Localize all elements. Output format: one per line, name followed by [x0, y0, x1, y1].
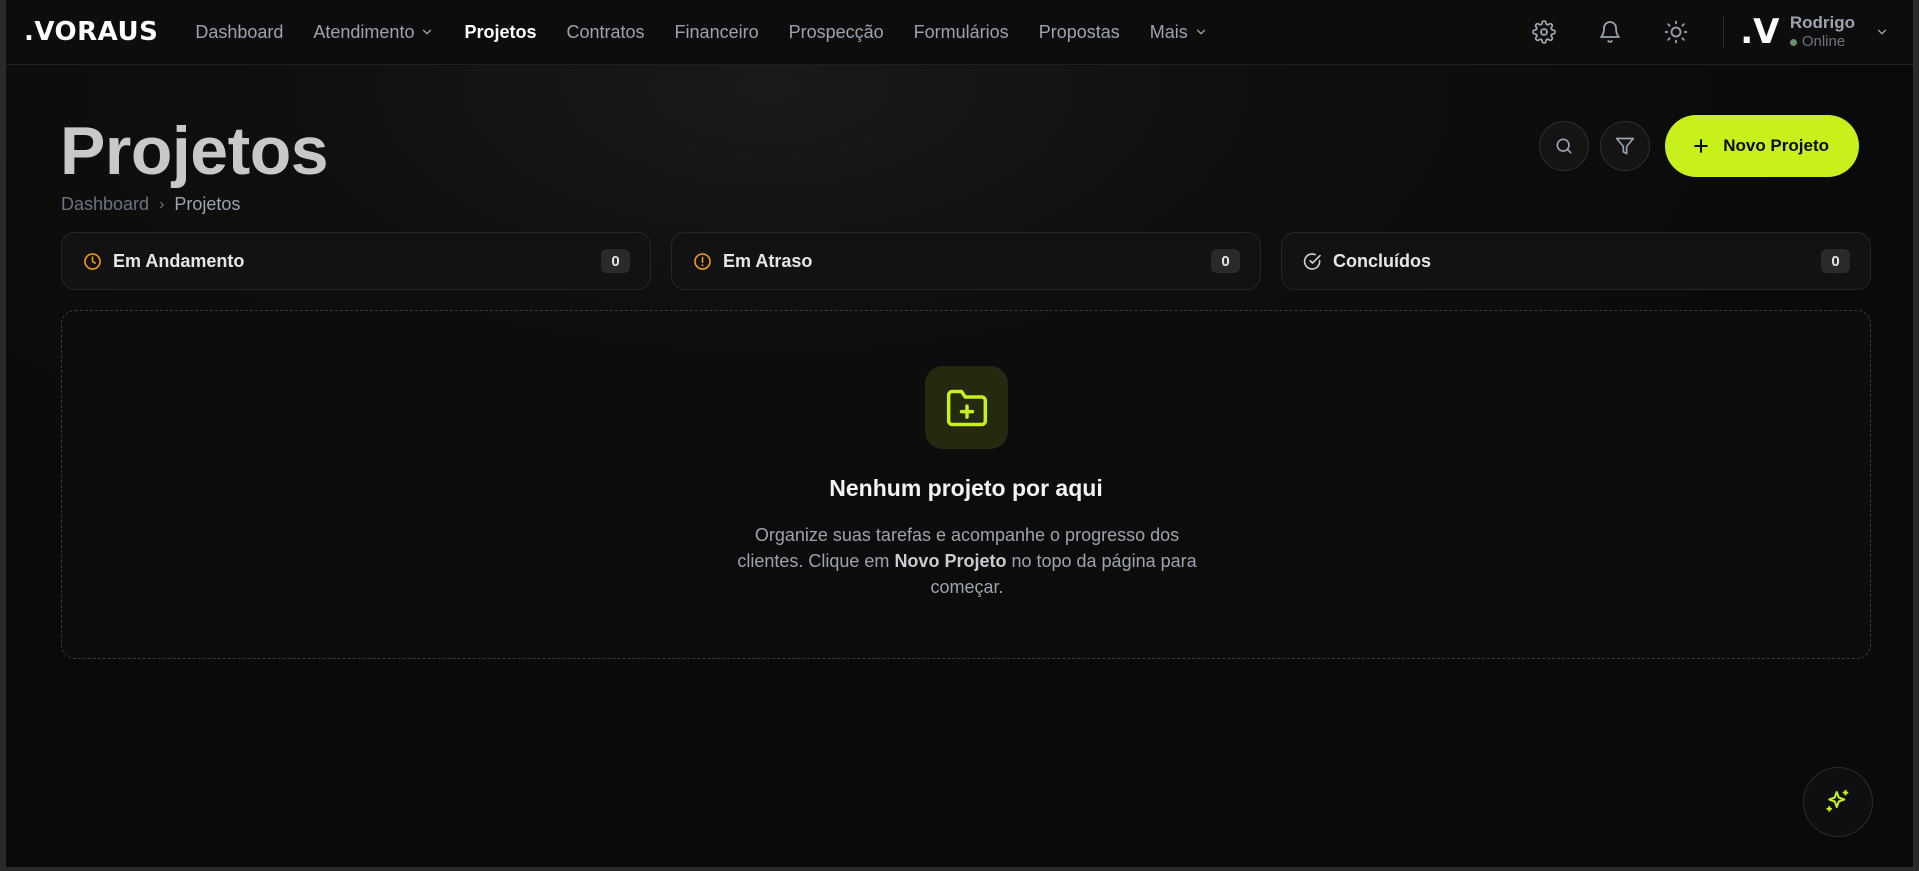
user-info: Rodrigo Online: [1789, 13, 1855, 51]
sun-icon: [1664, 20, 1688, 44]
nav-item-label: Prospecção: [788, 21, 884, 42]
check-circle-icon: [1303, 252, 1321, 270]
stat-count-badge: 0: [1821, 249, 1850, 273]
brand-logo[interactable]: .VORAUS: [24, 17, 158, 47]
filter-button[interactable]: [1600, 121, 1651, 171]
user-status: Online: [1789, 33, 1855, 51]
chevron-right-icon: ›: [159, 195, 165, 213]
nav-item-formularios[interactable]: Formulários: [899, 0, 1024, 65]
sparkles-icon: [1826, 789, 1849, 812]
stat-card-concluidos[interactable]: Concluídos 0: [1281, 232, 1871, 290]
empty-state-icon-box: [925, 366, 1008, 449]
settings-button[interactable]: [1511, 0, 1577, 65]
new-project-button[interactable]: Novo Projeto: [1665, 115, 1859, 177]
nav-divider: [1722, 16, 1724, 48]
folder-plus-icon: [946, 389, 987, 426]
nav-item-prospeccao[interactable]: Prospecção: [774, 0, 899, 65]
nav-item-financeiro[interactable]: Financeiro: [660, 0, 774, 65]
chevron-down-icon: [423, 29, 432, 35]
online-dot-icon: [1789, 38, 1797, 46]
nav-item-label: Atendimento: [313, 21, 415, 42]
empty-state-description: Organize suas tarefas e acompanhe o prog…: [732, 522, 1202, 600]
nav-item-label: Projetos: [464, 21, 537, 42]
nav-item-label: Formulários: [913, 21, 1009, 42]
bell-icon: [1599, 21, 1620, 43]
ai-assistant-button[interactable]: [1803, 767, 1873, 837]
nav-item-label: Dashboard: [195, 21, 284, 42]
nav-item-label: Financeiro: [674, 21, 759, 42]
empty-state-text-bold: Novo Projeto: [894, 551, 1007, 571]
nav-item-contratos[interactable]: Contratos: [552, 0, 660, 65]
stat-label: Em Atraso: [723, 250, 813, 271]
page-title: Projetos: [60, 113, 329, 189]
search-icon: [1556, 138, 1572, 154]
nav-item-projetos[interactable]: Projetos: [449, 0, 551, 65]
stat-card-em-andamento[interactable]: Em Andamento 0: [61, 232, 651, 290]
avatar: .V: [1740, 12, 1780, 52]
filter-icon: [1616, 137, 1635, 155]
search-button[interactable]: [1539, 121, 1590, 171]
header-actions: Novo Projeto: [1539, 115, 1859, 177]
chevron-down-icon: [1877, 29, 1887, 35]
clock-icon: [84, 252, 101, 270]
user-name: Rodrigo: [1789, 13, 1855, 32]
theme-toggle-button[interactable]: [1643, 0, 1709, 65]
nav-links: Dashboard Atendimento Projetos Contratos…: [180, 0, 1222, 65]
nav-item-dashboard[interactable]: Dashboard: [180, 0, 298, 65]
stat-count-badge: 0: [601, 249, 630, 273]
stat-label: Em Andamento: [113, 250, 245, 271]
project-stats: Em Andamento 0 Em Atraso 0 Concluídos 0: [61, 232, 1871, 290]
stat-label: Concluídos: [1333, 250, 1431, 271]
nav-item-propostas[interactable]: Propostas: [1024, 0, 1135, 65]
top-navigation: .VORAUS Dashboard Atendimento Projetos C…: [6, 0, 1913, 65]
stat-card-em-atraso[interactable]: Em Atraso 0: [671, 232, 1261, 290]
user-menu[interactable]: .V Rodrigo Online: [1740, 12, 1889, 52]
plus-icon: [1694, 139, 1709, 153]
breadcrumb-item-current: Projetos: [174, 194, 241, 214]
alert-circle-icon: [694, 252, 711, 270]
app-window: .VORAUS Dashboard Atendimento Projetos C…: [0, 0, 1919, 871]
empty-state-title: Nenhum projeto por aqui: [829, 475, 1103, 501]
stat-count-badge: 0: [1211, 249, 1240, 273]
nav-right-actions: .V Rodrigo Online: [1511, 0, 1913, 65]
nav-item-label: Contratos: [566, 21, 645, 42]
gear-icon: [1531, 20, 1556, 44]
breadcrumb-item-dashboard[interactable]: Dashboard: [61, 194, 149, 215]
new-project-label: Novo Projeto: [1723, 136, 1829, 155]
notifications-button[interactable]: [1577, 0, 1643, 65]
breadcrumb: Dashboard › Projetos: [61, 194, 240, 215]
user-status-label: Online: [1801, 33, 1846, 50]
nav-item-label: Propostas: [1038, 21, 1120, 42]
nav-item-label: Mais: [1149, 21, 1188, 42]
chevron-down-icon: [1196, 29, 1205, 35]
nav-item-mais[interactable]: Mais: [1135, 0, 1223, 65]
empty-state: Nenhum projeto por aqui Organize suas ta…: [61, 310, 1871, 659]
nav-item-atendimento[interactable]: Atendimento: [298, 0, 449, 65]
